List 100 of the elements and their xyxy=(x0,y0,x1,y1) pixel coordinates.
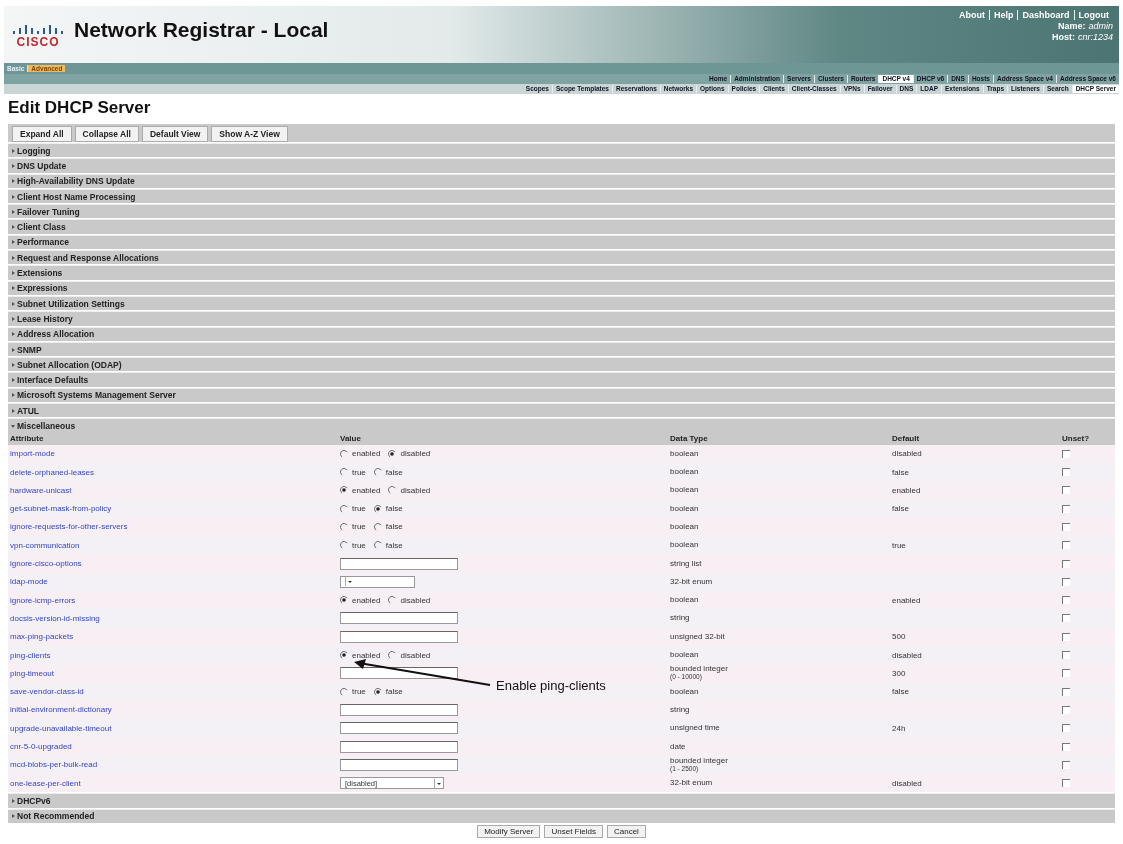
expand-icon[interactable] xyxy=(10,270,16,276)
attribute-link[interactable]: upgrade-unavailable-timeout xyxy=(10,723,112,733)
input-field[interactable] xyxy=(340,703,458,716)
collapse-icon[interactable] xyxy=(10,423,16,429)
caret-icon[interactable] xyxy=(434,778,443,788)
input-field[interactable] xyxy=(340,722,458,735)
unset-checkbox[interactable] xyxy=(1062,614,1070,623)
toolbar-button[interactable]: Show A-Z View xyxy=(211,126,288,142)
header-link[interactable]: Dashboard xyxy=(1017,10,1074,20)
expand-icon[interactable] xyxy=(10,147,16,154)
attribute-link[interactable]: ping-timeout xyxy=(10,668,55,678)
caret-icon[interactable] xyxy=(345,577,354,587)
action-button[interactable]: Modify Server xyxy=(477,824,541,838)
attribute-link[interactable]: save-vendor-class-id xyxy=(10,687,84,697)
header-link[interactable]: About xyxy=(954,10,989,20)
radio-label[interactable]: enabled xyxy=(352,650,381,660)
radio-button[interactable] xyxy=(340,522,348,531)
expand-icon[interactable] xyxy=(10,813,16,820)
section-header[interactable]: Interface Defaults xyxy=(8,372,1115,387)
section-header[interactable]: High-Availability DNS Update xyxy=(8,173,1115,188)
radio-button[interactable] xyxy=(340,486,348,495)
unset-checkbox[interactable] xyxy=(1062,742,1070,751)
attribute-link[interactable]: mcd-blobs-per-bulk-read xyxy=(10,760,98,770)
attribute-link[interactable]: one-lease-per-client xyxy=(10,778,81,788)
radio-button[interactable] xyxy=(340,449,348,458)
input-field[interactable] xyxy=(340,758,458,771)
attribute-link[interactable]: ping-clients xyxy=(10,650,51,660)
attribute-link[interactable]: hardware-unicast xyxy=(10,485,72,495)
radio-button[interactable] xyxy=(388,449,397,458)
input-field[interactable] xyxy=(340,630,458,643)
radio-label[interactable]: false xyxy=(385,467,403,477)
attribute-link[interactable]: get-subnet-mask-from-policy xyxy=(10,504,112,514)
radio-button[interactable] xyxy=(340,468,348,477)
header-link[interactable]: Logout xyxy=(1073,10,1113,20)
expand-icon[interactable] xyxy=(10,300,16,307)
radio-label[interactable]: disabled xyxy=(400,485,431,495)
expand-icon[interactable] xyxy=(10,162,16,169)
section-header[interactable]: Not Recommended xyxy=(8,808,1115,823)
expand-icon[interactable] xyxy=(10,315,16,322)
radio-button[interactable] xyxy=(340,651,348,660)
section-header[interactable]: Client Class xyxy=(8,219,1115,234)
radio-label[interactable]: true xyxy=(352,540,366,550)
unset-checkbox[interactable] xyxy=(1062,486,1070,495)
attribute-link[interactable]: import-mode xyxy=(10,449,55,459)
radio-button[interactable] xyxy=(373,541,382,550)
radio-label[interactable]: true xyxy=(352,687,366,697)
attribute-link[interactable]: initial-environment-dictionary xyxy=(10,705,112,715)
radio-button[interactable] xyxy=(388,651,397,660)
radio-button[interactable] xyxy=(340,687,348,696)
section-header[interactable]: Subnet Utilization Settings xyxy=(8,295,1115,311)
section-header[interactable]: DHCPv6 xyxy=(8,793,1115,808)
unset-checkbox[interactable] xyxy=(1062,449,1070,458)
expand-icon[interactable] xyxy=(10,208,16,215)
toolbar-button[interactable]: Expand All xyxy=(12,126,72,142)
unset-checkbox[interactable] xyxy=(1062,705,1070,714)
section-header[interactable]: DNS Update xyxy=(8,158,1115,173)
unset-checkbox[interactable] xyxy=(1062,669,1070,678)
expand-icon[interactable] xyxy=(10,193,16,200)
radio-button[interactable] xyxy=(340,541,348,550)
unset-checkbox[interactable] xyxy=(1062,760,1070,769)
radio-button[interactable] xyxy=(373,522,382,531)
unset-checkbox[interactable] xyxy=(1062,724,1070,733)
attribute-link[interactable]: ignore-icmp-errors xyxy=(10,595,76,605)
radio-label[interactable]: true xyxy=(352,467,366,477)
radio-button[interactable] xyxy=(340,504,348,513)
radio-button[interactable] xyxy=(388,486,397,495)
expand-icon[interactable] xyxy=(10,254,16,261)
section-header[interactable]: Subnet Allocation (ODAP) xyxy=(8,357,1115,372)
radio-label[interactable]: enabled xyxy=(352,595,381,605)
expand-icon[interactable] xyxy=(10,285,16,292)
section-header[interactable]: Request and Response Allocations xyxy=(8,250,1115,265)
expand-icon[interactable] xyxy=(10,361,16,368)
dropdown[interactable] xyxy=(340,575,415,588)
unset-checkbox[interactable] xyxy=(1062,577,1070,586)
expand-icon[interactable] xyxy=(10,392,16,399)
expand-icon[interactable] xyxy=(10,331,16,338)
toolbar-button[interactable]: Collapse All xyxy=(74,126,139,142)
attribute-link[interactable]: docsis-version-id-missing xyxy=(10,613,100,623)
expand-icon[interactable] xyxy=(10,407,16,414)
expand-icon[interactable] xyxy=(10,346,16,353)
radio-label[interactable]: true xyxy=(352,522,366,532)
input-field[interactable] xyxy=(340,557,458,570)
attribute-link[interactable]: ldap-mode xyxy=(10,577,48,587)
attribute-link[interactable]: vpn-communication xyxy=(10,540,80,550)
radio-label[interactable]: disabled xyxy=(400,449,431,459)
input-field[interactable] xyxy=(340,667,458,680)
unset-checkbox[interactable] xyxy=(1062,779,1070,788)
attribute-link[interactable]: ignore-requests-for-other-servers xyxy=(10,522,128,532)
expand-icon[interactable] xyxy=(10,377,16,384)
section-header[interactable]: Lease History xyxy=(8,311,1115,326)
radio-label[interactable]: false xyxy=(385,687,403,697)
radio-label[interactable]: true xyxy=(352,504,366,514)
toolbar-button[interactable]: Default View xyxy=(141,126,209,142)
unset-checkbox[interactable] xyxy=(1062,468,1070,477)
section-header[interactable]: Performance xyxy=(8,234,1115,250)
section-header[interactable]: Extensions xyxy=(8,265,1115,280)
radio-label[interactable]: disabled xyxy=(400,595,431,605)
expand-icon[interactable] xyxy=(10,178,16,185)
section-header[interactable]: ATUL xyxy=(8,403,1115,418)
section-header[interactable]: SNMP xyxy=(8,341,1115,357)
